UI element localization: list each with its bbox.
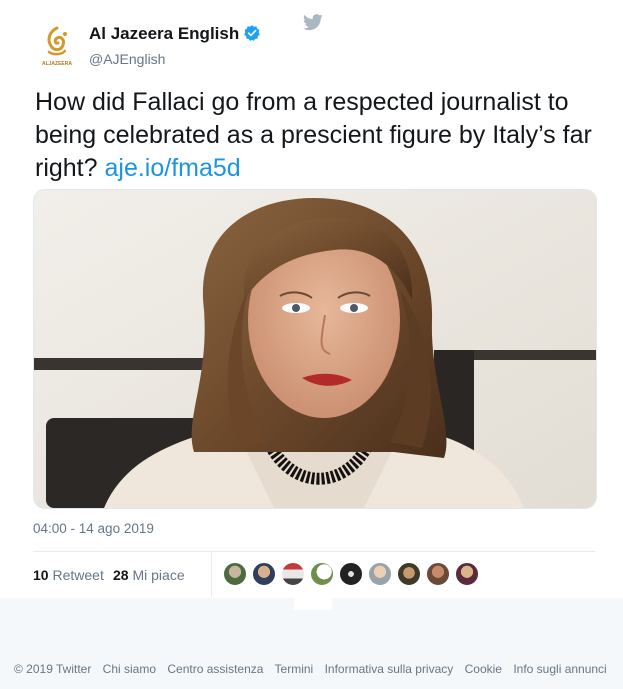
footer-copyright: © 2019 Twitter <box>14 662 92 676</box>
footer-link-about[interactable]: Chi siamo <box>103 662 156 676</box>
footer-link-ads-info[interactable]: Info sugli annunci <box>513 662 606 676</box>
author-handle[interactable]: @AJEnglish <box>89 51 165 67</box>
author-name[interactable]: Al Jazeera English <box>89 24 239 43</box>
author-name-row[interactable]: Al Jazeera English <box>89 24 261 47</box>
avatar[interactable] <box>223 562 247 586</box>
footer-links: © 2019 Twitter Chi siamo Centro assisten… <box>14 662 615 676</box>
avatar[interactable] <box>426 562 450 586</box>
retweets-count: 10 <box>33 567 49 583</box>
avatar[interactable] <box>368 562 392 586</box>
retweets-stat[interactable]: 10 Retweet <box>33 567 104 583</box>
svg-text:ALJAZEERA: ALJAZEERA <box>42 61 72 67</box>
avatar[interactable] <box>310 562 334 586</box>
tweet-text: How did Fallaci go from a respected jour… <box>35 86 595 185</box>
stats-separator <box>211 552 212 597</box>
tweet-card: ALJAZEERA Al Jazeera English @AJEnglish … <box>15 0 608 598</box>
footer-tab <box>294 598 332 610</box>
aljazeera-logo[interactable]: ALJAZEERA <box>35 24 79 68</box>
likes-stat[interactable]: 28 Mi piace <box>113 567 185 583</box>
tweet-link[interactable]: aje.io/fma5d <box>105 154 241 182</box>
tweet-media-image[interactable] <box>33 189 597 509</box>
footer-link-privacy[interactable]: Informativa sulla privacy <box>325 662 454 676</box>
footer-link-terms[interactable]: Termini <box>275 662 314 676</box>
avatar[interactable] <box>455 562 479 586</box>
avatar[interactable] <box>339 562 363 586</box>
twitter-bird-icon[interactable] <box>302 14 324 37</box>
avatar[interactable] <box>397 562 421 586</box>
verified-badge-icon <box>243 24 261 47</box>
footer-link-cookie[interactable]: Cookie <box>465 662 502 676</box>
footer-link-help[interactable]: Centro assistenza <box>167 662 263 676</box>
avatar[interactable] <box>281 562 305 586</box>
likes-count: 28 <box>113 567 129 583</box>
tweet-timestamp[interactable]: 04:00 - 14 ago 2019 <box>33 521 154 536</box>
tweet-stats: 10 Retweet 28 Mi piace <box>33 552 595 597</box>
avatar[interactable] <box>252 562 276 586</box>
retweets-label: Retweet <box>52 567 104 583</box>
likes-label: Mi piace <box>132 567 185 583</box>
